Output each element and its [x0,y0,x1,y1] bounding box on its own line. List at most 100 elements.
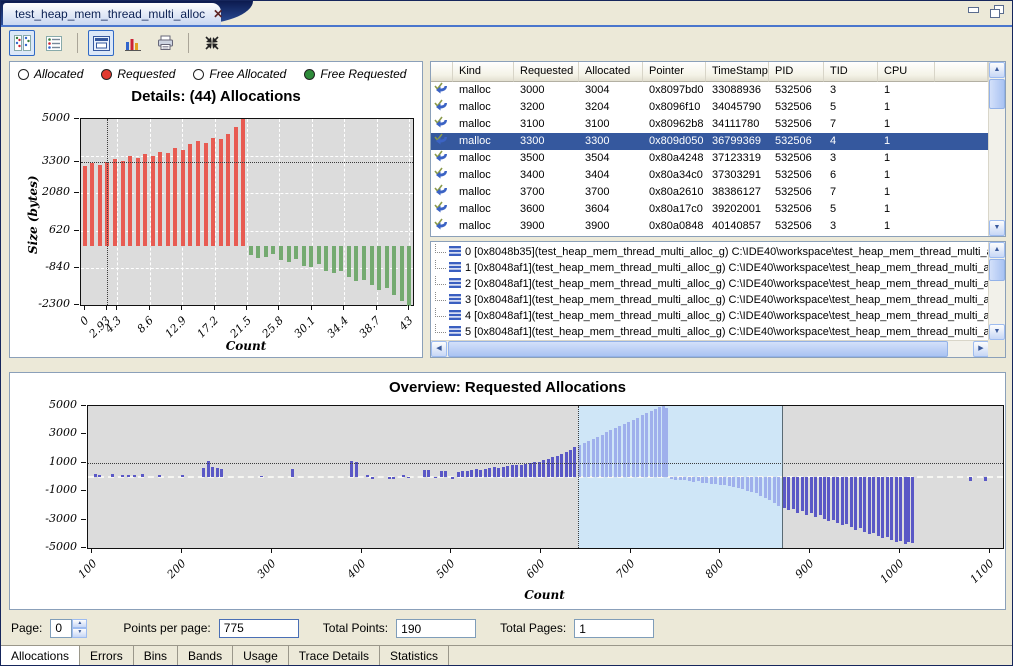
details-chart[interactable]: 02.934.38.612.917.221.525.830.134.438.74… [10,118,423,358]
table-cell: 3900 [579,218,643,235]
chart-view-icon[interactable] [120,30,146,56]
bar [98,475,101,477]
table-row[interactable]: malloc370037000x80a26103838612753250671 [431,184,988,201]
malloc-event-icon [431,218,453,235]
table-row[interactable]: malloc360036040x80a17c03920200153250651 [431,201,988,218]
plot-area[interactable] [87,405,1004,549]
table-row[interactable]: malloc310031000x80962b83411178053250671 [431,116,988,133]
trace-text: 1 [0x8048af1](test_heap_mem_thread_multi… [465,262,988,274]
table-row[interactable]: malloc320032040x8096f103404579053250651 [431,99,988,116]
bar [377,246,381,289]
filter-radio-allocated[interactable]: Allocated [18,67,83,81]
bar [592,439,595,477]
table-row[interactable]: malloc300030040x8097bd03308893653250631 [431,82,988,99]
bar [728,477,731,486]
trace-scrollbar-vertical[interactable]: ▲ ▼ [988,242,1005,340]
filter-radio-requested[interactable]: Requested [101,67,175,81]
close-icon[interactable]: ✕ [213,7,223,21]
table-header-cell[interactable]: TID [824,62,878,82]
table-cell: 3100 [579,116,643,133]
bar [83,166,87,246]
scroll-thumb[interactable] [989,259,1005,281]
malloc-event-icon [431,167,453,184]
bar [204,143,208,246]
page-spinner[interactable]: ▲▼ [50,619,87,638]
bottom-tab-allocations[interactable]: Allocations [0,646,80,666]
view-tab[interactable]: test_heap_mem_thread_multi_alloc ✕ [3,3,221,25]
bar [158,475,161,477]
bottom-tab-bins[interactable]: Bins [134,646,178,666]
scroll-thumb[interactable] [448,341,948,357]
table-row[interactable]: malloc350035040x80a42483712331953250631 [431,150,988,167]
bar [605,432,608,477]
scroll-left-icon[interactable]: ◀ [431,341,447,357]
scroll-down-icon[interactable]: ▼ [989,220,1005,236]
bar [249,246,253,254]
pair-view-icon[interactable] [9,30,35,56]
table-cell: 532506 [769,218,824,235]
table-header-cell[interactable]: Kind [453,62,514,82]
bar [470,470,473,477]
collapse-icon[interactable] [199,30,225,56]
scroll-up-icon[interactable]: ▲ [989,242,1005,258]
points-per-page-input[interactable] [219,619,299,638]
table-cell: 532506 [769,201,824,218]
bar [868,477,871,534]
bar [819,477,822,515]
table-row[interactable]: malloc390039000x80a08484014085753250631 [431,218,988,235]
scroll-down-icon[interactable]: ▼ [989,324,1005,340]
bar [98,165,102,247]
spinner-up-icon[interactable]: ▲ [72,619,87,629]
scroll-up-icon[interactable]: ▲ [989,62,1005,78]
page-input[interactable] [50,619,72,638]
tree-connector [435,324,446,333]
trace-row[interactable]: 2 [0x8048af1](test_heap_mem_thread_multi… [431,276,988,292]
bottom-tab-bands[interactable]: Bands [178,646,233,666]
table-cell: 0x809d050 [643,133,706,150]
table-scrollbar-vertical[interactable]: ▲ ▼ [988,62,1005,236]
y-tick [74,304,79,305]
filter-radio-free-requested[interactable]: Free Requested [304,67,406,81]
trace-row[interactable]: 0 [0x8048b35](test_heap_mem_thread_multi… [431,244,988,260]
spinner-down-icon[interactable]: ▼ [72,628,87,638]
bottom-tab-statistics[interactable]: Statistics [380,646,449,666]
trace-row[interactable]: 4 [0x8048af1](test_heap_mem_thread_multi… [431,308,988,324]
bar [601,435,604,477]
table-header-cell[interactable]: Pointer [643,62,706,82]
overview-chart[interactable]: 1002003004005006007008009001000110050003… [10,403,1006,583]
table-cell: 0x80a17c0 [643,201,706,218]
scroll-thumb[interactable] [989,79,1005,109]
trace-scrollbar-horizontal[interactable]: ◀ ▶ [431,340,989,357]
filter-radio-free-allocated[interactable]: Free Allocated [193,67,286,81]
x-tick-label: 43 [311,312,411,324]
bar [371,477,374,479]
scroll-right-icon[interactable]: ▶ [973,341,989,357]
table-row[interactable]: malloc340034040x80a34c03730329153250661 [431,167,988,184]
plot-area[interactable] [80,118,414,306]
bar [524,464,527,477]
table-row[interactable]: malloc330033000x809d0503679936953250641 [431,133,988,150]
details-pane-icon[interactable] [88,30,114,56]
table-header-cell[interactable]: CPU [878,62,935,82]
marker-line-vertical [578,406,579,548]
memory-analysis-window: test_heap_mem_thread_multi_alloc ✕ [0,0,1013,666]
list-view-icon[interactable] [41,30,67,56]
table-header-cell[interactable]: Requested [514,62,579,82]
trace-panel: 0 [0x8048b35](test_heap_mem_thread_multi… [430,241,1006,358]
table-header-cell[interactable]: Allocated [579,62,643,82]
tree-connector [435,244,446,253]
table-header-cell[interactable]: TimeStamp [706,62,769,82]
minimize-icon[interactable] [967,5,980,16]
restore-icon[interactable] [990,5,1004,17]
bottom-tab-errors[interactable]: Errors [80,646,134,666]
bottom-tab-usage[interactable]: Usage [233,646,289,666]
print-icon[interactable] [152,30,178,56]
radio-label: Requested [117,67,175,81]
bar [111,474,114,477]
table-header-cell[interactable]: PID [769,62,824,82]
trace-row[interactable]: 3 [0x8048af1](test_heap_mem_thread_multi… [431,292,988,308]
bar [294,246,298,259]
trace-row[interactable]: 1 [0x8048af1](test_heap_mem_thread_multi… [431,260,988,276]
trace-row[interactable]: 5 [0x8048af1](test_heap_mem_thread_multi… [431,324,988,340]
bottom-tab-trace-details[interactable]: Trace Details [289,646,380,666]
